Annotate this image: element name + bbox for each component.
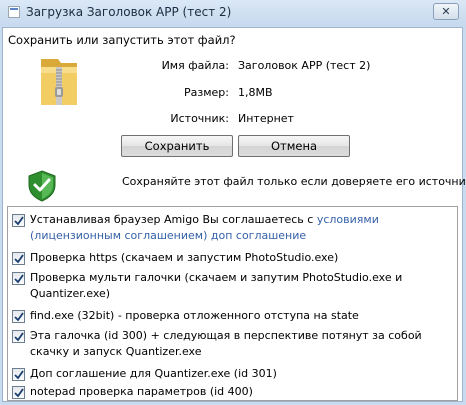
checklist-item-id300[interactable]: Эта галочка (id 300) + следующая в персп… (8, 328, 457, 362)
window-title: Загрузка Заголовок APP (тест 2) (26, 5, 232, 19)
checkmark-icon (14, 332, 24, 342)
file-name-label: Имя файла: (161, 59, 229, 72)
checklist-item-amigo[interactable]: Устанавливая браузер Amigo Вы соглашаете… (8, 212, 457, 246)
size-row: Размер: 1,8MB (3, 86, 464, 102)
checkbox[interactable] (12, 386, 25, 399)
checkmark-icon (14, 216, 24, 226)
source-label: Источник: (170, 112, 229, 125)
checkmark-icon (14, 312, 24, 322)
options-checklist: Устанавливая браузер Amigo Вы соглашаете… (7, 206, 458, 401)
checkbox[interactable] (12, 330, 25, 343)
file-name-row: Имя файла: Заголовок APP (тест 2) (3, 59, 464, 75)
checklist-item-text: Устанавливая браузер Amigo Вы соглашаете… (30, 213, 317, 226)
checklist-item-id400[interactable]: notepad проверка параметров (id 400) (8, 384, 457, 400)
extra-agreement-link[interactable]: доп соглашение (211, 229, 306, 242)
checkmark-icon (14, 370, 24, 380)
checkbox[interactable] (12, 272, 25, 285)
file-name-value: Заголовок APP (тест 2) (238, 59, 371, 72)
cancel-button[interactable]: Отмена (238, 135, 350, 157)
save-button[interactable]: Сохранить (121, 135, 233, 157)
title-bar: Загрузка Заголовок APP (тест 2) ✕ (0, 0, 466, 26)
checklist-item-text: Проверка https (скачаем и запустим Photo… (30, 251, 339, 264)
checkbox[interactable] (12, 252, 25, 265)
security-shield-icon (28, 170, 56, 202)
checkbox[interactable] (12, 214, 25, 227)
checklist-item-id301[interactable]: Доп соглашение для Quantizer.exe (id 301… (8, 366, 457, 382)
size-value: 1,8MB (238, 86, 273, 99)
checklist-item-find[interactable]: find.exe (32bit) - проверка отложенного … (8, 308, 457, 324)
checklist-item-text: Проверка мульти галочки (скачаем и запут… (30, 271, 403, 300)
checkmark-icon (14, 388, 24, 398)
checkmark-icon (14, 274, 24, 284)
checklist-item-text: Эта галочка (id 300) + следующая в персп… (30, 329, 422, 358)
checklist-item-multi[interactable]: Проверка мульти галочки (скачаем и запут… (8, 270, 457, 304)
checkbox[interactable] (12, 368, 25, 381)
checklist-item-text: Доп соглашение для Quantizer.exe (id 301… (30, 367, 277, 380)
checklist-item-text: find.exe (32bit) - проверка отложенного … (30, 309, 359, 322)
security-warning: Сохраняйте этот файл только если доверяе… (122, 175, 466, 188)
checklist-item-text: notepad проверка параметров (id 400) (30, 385, 253, 398)
size-label: Размер: (184, 86, 229, 99)
checkbox[interactable] (12, 310, 25, 323)
checklist-item-https[interactable]: Проверка https (скачаем и запустим Photo… (8, 250, 457, 266)
dialog-content: Сохранить или запустить этот файл? Имя ф… (2, 27, 466, 402)
app-icon (8, 6, 20, 18)
source-value: Интернет (238, 112, 294, 125)
source-row: Источник: Интернет (3, 112, 464, 128)
checkmark-icon (14, 254, 24, 264)
dialog-question: Сохранить или запустить этот файл? (8, 33, 236, 47)
close-button[interactable]: ✕ (433, 3, 459, 20)
